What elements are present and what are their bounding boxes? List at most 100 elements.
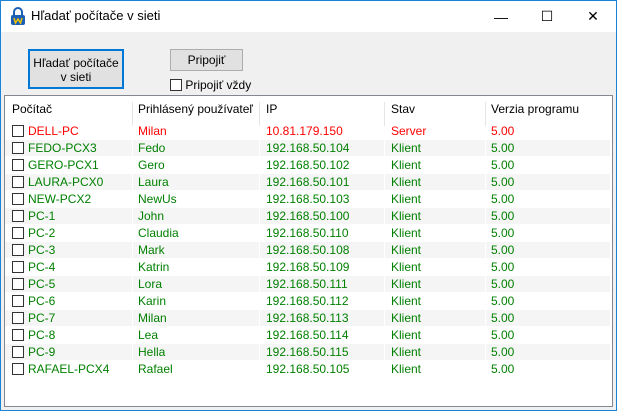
cell-version: 5.00 (491, 328, 515, 342)
table-row[interactable]: PC-6 Karin 192.168.50.112 Klient 5.00 (5, 293, 612, 310)
cell-version: 5.00 (491, 362, 515, 376)
row-checkbox[interactable] (12, 159, 24, 171)
row-checkbox[interactable] (12, 312, 24, 324)
cell-version: 5.00 (491, 294, 515, 308)
connect-button[interactable]: Pripojiť (170, 49, 243, 71)
cell-ip: 192.168.50.104 (266, 141, 350, 155)
search-computers-button[interactable]: Hľadať počítače v sieti (28, 49, 124, 89)
column-header-version[interactable]: Verzia programu (491, 102, 579, 116)
cell-ip: 192.168.50.100 (266, 209, 350, 223)
cell-status: Klient (391, 345, 422, 359)
cell-status: Klient (391, 362, 422, 376)
row-checkbox[interactable] (12, 261, 24, 273)
cell-status: Klient (391, 328, 422, 342)
cell-user: Karin (138, 294, 167, 308)
checkbox-box[interactable] (170, 78, 182, 91)
cell-user: Hella (138, 345, 166, 359)
cell-status: Klient (391, 175, 422, 189)
cell-version: 5.00 (491, 175, 515, 189)
cell-ip: 192.168.50.114 (266, 328, 349, 342)
row-checkbox[interactable] (12, 346, 24, 358)
cell-status: Klient (391, 226, 422, 240)
cell-ip: 192.168.50.111 (266, 277, 348, 291)
row-checkbox[interactable] (12, 363, 24, 375)
cell-ip: 192.168.50.102 (266, 158, 350, 172)
minimize-button[interactable]: — (478, 1, 524, 32)
cell-status: Klient (391, 192, 422, 206)
row-checkbox[interactable] (12, 142, 24, 154)
column-header-computer[interactable]: Počítač (12, 102, 52, 116)
cell-version: 5.00 (491, 124, 515, 138)
cell-ip: 192.168.50.108 (266, 243, 350, 257)
cell-version: 5.00 (491, 277, 515, 291)
cell-computer: PC-1 (28, 209, 56, 223)
cell-version: 5.00 (491, 243, 515, 257)
cell-user: Gero (138, 158, 165, 172)
column-header-user[interactable]: Prihlásený používateľ (138, 102, 253, 116)
cell-status: Klient (391, 277, 422, 291)
table-row[interactable]: LAURA-PCX0 Laura 192.168.50.101 Klient 5.00 (5, 174, 612, 191)
row-checkbox[interactable] (12, 176, 24, 188)
cell-computer: PC-4 (28, 260, 56, 274)
cell-status: Klient (391, 243, 422, 257)
table-row[interactable]: PC-4 Katrin 192.168.50.109 Klient 5.00 (5, 259, 612, 276)
cell-ip: 192.168.50.109 (266, 260, 350, 274)
row-checkbox[interactable] (12, 329, 24, 341)
table-row[interactable]: PC-2 Claudia 192.168.50.110 Klient 5.00 (5, 225, 612, 242)
cell-status: Server (391, 124, 427, 138)
cell-computer: NEW-PCX2 (28, 192, 92, 206)
cell-status: Klient (391, 311, 422, 325)
table-row[interactable]: PC-7 Milan 192.168.50.113 Klient 5.00 (5, 310, 612, 327)
cell-computer: PC-9 (28, 345, 56, 359)
row-checkbox[interactable] (12, 193, 24, 205)
cell-computer: PC-3 (28, 243, 56, 257)
close-button[interactable]: ✕ (570, 1, 616, 32)
cell-version: 5.00 (491, 260, 515, 274)
cell-status: Klient (391, 294, 422, 308)
table-row[interactable]: PC-8 Lea 192.168.50.114 Klient 5.00 (5, 327, 612, 344)
cell-ip: 192.168.50.115 (266, 345, 349, 359)
table-row[interactable]: FEDO-PCX3 Fedo 192.168.50.104 Klient 5.00 (5, 140, 612, 157)
column-header-status[interactable]: Stav (391, 102, 415, 116)
table-row[interactable]: DELL-PC Milan 10.81.179.150 Server 5.00 (5, 123, 612, 140)
row-checkbox[interactable] (12, 210, 24, 222)
title-bar: Hľadať počítače v sieti — ☐ ✕ (1, 1, 616, 32)
table-row[interactable]: PC-1 John 192.168.50.100 Klient 5.00 (5, 208, 612, 225)
table-row[interactable]: PC-5 Lora 192.168.50.111 Klient 5.00 (5, 276, 612, 293)
cell-user: Fedo (138, 141, 166, 155)
cell-user: Lea (138, 328, 159, 342)
table-row[interactable]: RAFAEL-PCX4 Rafael 192.168.50.105 Klient 5.0… (5, 361, 612, 378)
maximize-button[interactable]: ☐ (524, 1, 570, 32)
computers-list[interactable]: Počítač Prihlásený používateľ IP Stav Ve… (4, 95, 613, 407)
column-header-ip[interactable]: IP (266, 102, 277, 116)
row-checkbox[interactable] (12, 244, 24, 256)
cell-user: John (138, 209, 165, 223)
cell-computer: PC-2 (28, 226, 56, 240)
window-title: Hľadať počítače v sieti (31, 8, 161, 23)
cell-status: Klient (391, 260, 422, 274)
always-connect-label: Pripojiť vždy (185, 77, 252, 92)
cell-status: Klient (391, 209, 422, 223)
cell-user: Milan (138, 311, 167, 325)
row-checkbox[interactable] (12, 278, 24, 290)
table-row[interactable]: NEW-PCX2 NewUs 192.168.50.103 Klient 5.00 (5, 191, 612, 208)
cell-ip: 10.81.179.150 (266, 124, 343, 138)
cell-status: Klient (391, 158, 422, 172)
table-row[interactable]: PC-9 Hella 192.168.50.115 Klient 5.00 (5, 344, 612, 361)
cell-ip: 192.168.50.103 (266, 192, 350, 206)
cell-version: 5.00 (491, 311, 515, 325)
cell-computer: LAURA-PCX0 (28, 175, 104, 189)
cell-computer: PC-5 (28, 277, 56, 291)
cell-version: 5.00 (491, 192, 515, 206)
row-checkbox[interactable] (12, 295, 24, 307)
cell-user: Milan (138, 124, 167, 138)
always-connect-checkbox[interactable]: Pripojiť vždy (170, 77, 251, 92)
cell-user: Claudia (138, 226, 179, 240)
row-checkbox[interactable] (12, 125, 24, 137)
cell-version: 5.00 (491, 141, 515, 155)
row-checkbox[interactable] (12, 227, 24, 239)
cell-user: Mark (138, 243, 165, 257)
table-row[interactable]: PC-3 Mark 192.168.50.108 Klient 5.00 (5, 242, 612, 259)
table-row[interactable]: GERO-PCX1 Gero 192.168.50.102 Klient 5.00 (5, 157, 612, 174)
cell-user: Lora (138, 277, 163, 291)
